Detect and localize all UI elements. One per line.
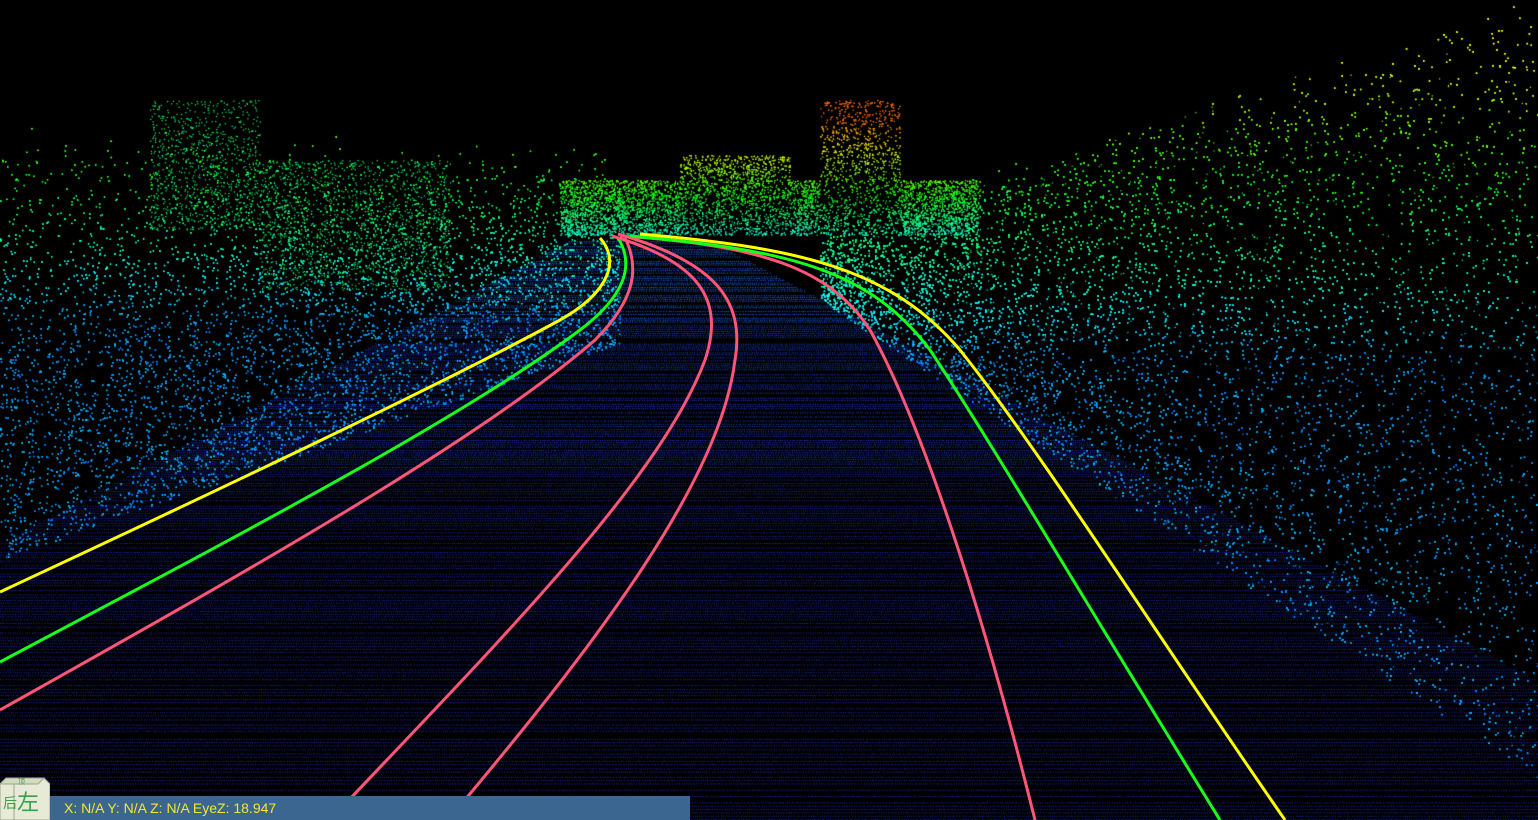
nav-cube-side-label: 后: [3, 796, 17, 812]
point-cloud-viewport[interactable]: 后 左 顶 X: N/A Y: N/A Z: N/A EyeZ: 18.947: [0, 0, 1538, 820]
coordinate-status-bar: X: N/A Y: N/A Z: N/A EyeZ: 18.947: [50, 796, 690, 820]
lane-lines-overlay: [0, 232, 1287, 820]
navigation-cube-icon: 后 左 顶: [0, 777, 51, 820]
coordinate-readout: X: N/A Y: N/A Z: N/A EyeZ: 18.947: [64, 800, 277, 816]
nav-cube-top-label: 顶: [18, 778, 25, 786]
navigation-cube[interactable]: 后 左 顶: [0, 772, 51, 820]
nav-cube-front-label: 左: [17, 791, 39, 816]
lane-line-left-lane-boundary: [0, 237, 628, 664]
lane-line-left-outer-edge: [0, 236, 611, 594]
lane-line-right-lane-boundary: [619, 234, 1037, 820]
lane-line-right-lane-boundary-2: [629, 234, 1222, 820]
lane-line-right-outer-edge: [639, 232, 1287, 820]
lane-line-left-center-line: [0, 237, 635, 712]
